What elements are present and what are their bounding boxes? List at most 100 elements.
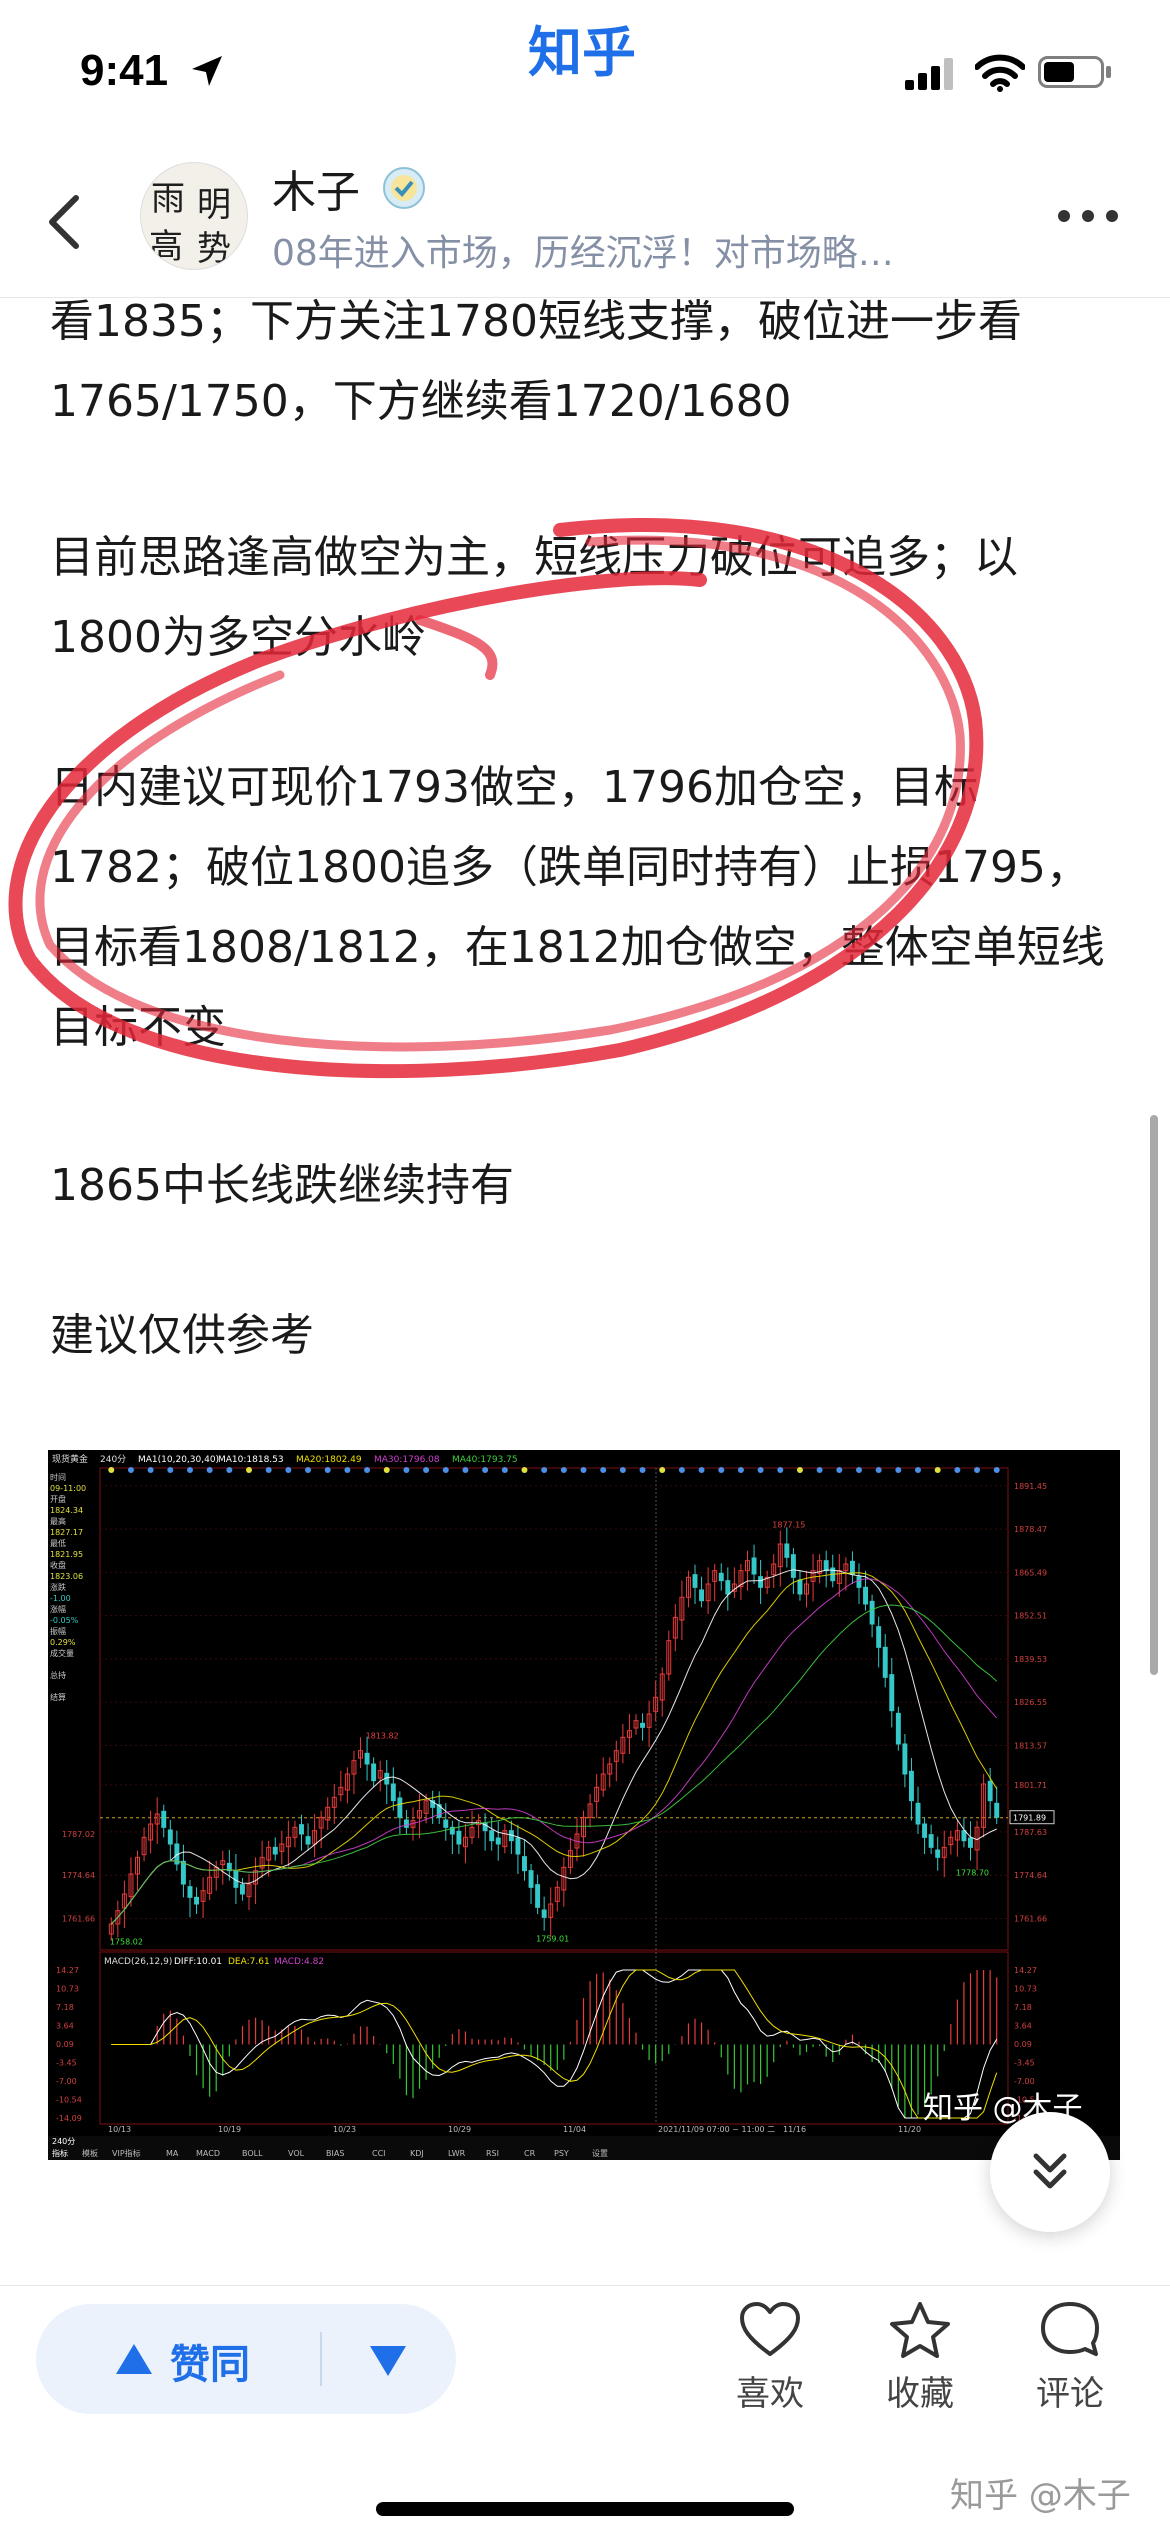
x-axis-label: 10/23 <box>333 2125 356 2134</box>
left-price-tick: 1774.64 <box>62 1871 95 1880</box>
indicator-tab[interactable]: CCI <box>372 2149 386 2158</box>
event-dot <box>855 1467 862 1473</box>
candle-body <box>908 1770 914 1802</box>
event-dot <box>993 1467 1000 1473</box>
author-name[interactable]: 木子 <box>272 156 360 220</box>
indicator-tab[interactable]: MA <box>166 2149 179 2158</box>
candle-body <box>797 1579 803 1595</box>
indicator-tab[interactable]: VIP指标 <box>112 2148 141 2158</box>
upvote-button[interactable]: 赞同 <box>36 2304 318 2414</box>
side-panel-text: 09-11:00 <box>50 1484 86 1493</box>
indicator-tab[interactable]: CR <box>524 2149 536 2158</box>
candle-body <box>725 1580 731 1595</box>
indicator-tab[interactable]: KDJ <box>410 2149 424 2158</box>
candle-body <box>902 1743 908 1775</box>
cellular-signal-icon <box>905 58 957 94</box>
side-panel-text: 振幅 <box>50 1626 66 1636</box>
app-title: 知乎 <box>528 21 636 84</box>
upvote-label: 赞同 <box>170 2342 250 2388</box>
side-panel-text: 1821.95 <box>50 1550 83 1559</box>
candle-body <box>443 1819 449 1828</box>
downvote-button[interactable] <box>324 2304 456 2414</box>
candle-body <box>194 1896 200 1905</box>
side-panel-text: 成交量 <box>50 1648 74 1658</box>
candle-body <box>849 1560 855 1575</box>
price-tick-label: 1891.45 <box>1014 1482 1047 1491</box>
event-dot <box>167 1467 174 1473</box>
collect-button[interactable]: 收藏 <box>860 2300 980 2430</box>
candle-body <box>823 1560 829 1572</box>
macd-dea-line <box>111 1969 998 2119</box>
indicator-tab[interactable]: BIAS <box>326 2149 344 2158</box>
candle-body <box>371 1763 377 1782</box>
indicator-tab[interactable]: PSY <box>554 2149 569 2158</box>
event-dot <box>364 1467 371 1473</box>
candle-body <box>922 1823 928 1838</box>
indicator-tab[interactable]: RSI <box>486 2149 499 2158</box>
candle-body <box>968 1837 973 1848</box>
gold-price-chart: 现货黄金 240分 MA1(10,20,30,40) MA10:1818.53 … <box>48 1450 1120 2160</box>
candle-body <box>935 1849 941 1858</box>
candle-body <box>305 1836 311 1845</box>
indicator-tab[interactable]: VOL <box>288 2149 305 2158</box>
side-panel-text: 涨跌 <box>50 1582 66 1592</box>
wifi-icon <box>974 54 1026 96</box>
side-panel-text: 结算 <box>50 1692 66 1702</box>
macd-tick-left: 10.73 <box>56 1984 79 1993</box>
left-price-tick: 1761.66 <box>62 1914 95 1923</box>
indicator-tab[interactable]: MACD <box>196 2149 220 2158</box>
x-axis-label: 10/13 <box>108 2125 131 2134</box>
event-dot <box>305 1467 312 1473</box>
like-button[interactable]: 喜欢 <box>710 2300 830 2430</box>
indicator-tab[interactable]: LWR <box>448 2149 466 2158</box>
x-axis-label: 10/19 <box>218 2125 241 2134</box>
chart-canvas: 现货黄金 240分 MA1(10,20,30,40) MA10:1818.53 … <box>48 1450 1120 2160</box>
home-indicator[interactable] <box>376 2502 794 2516</box>
price-tick-label: 1865.49 <box>1014 1568 1047 1577</box>
double-chevron-down-icon <box>1033 2153 1067 2189</box>
author-avatar[interactable]: 雨 明 高 势 <box>140 162 248 270</box>
indicator-tab[interactable]: 指标 <box>52 2148 68 2158</box>
event-dot <box>796 1467 803 1473</box>
candle-body <box>541 1909 547 1918</box>
scroll-indicator[interactable] <box>1150 1115 1158 1675</box>
side-panel-text: 1823.06 <box>50 1572 83 1581</box>
chart-title: 现货黄金 <box>52 1453 88 1465</box>
event-dot <box>954 1467 961 1473</box>
article-header: 雨 明 高 势 木子 08年进入市场，历经沉浮！对市场略… <box>0 150 1170 298</box>
article-paragraph: 建议仅供参考 <box>50 1310 314 1361</box>
event-dot <box>246 1467 253 1473</box>
side-panel-text: 收盘 <box>50 1560 66 1570</box>
avatar-char: 势 <box>197 229 231 269</box>
event-dot <box>560 1467 567 1473</box>
side-panel-text: 最高 <box>50 1516 66 1526</box>
indicator-tab[interactable]: 模板 <box>82 2148 98 2158</box>
page-watermark: 知乎 @木子 <box>950 2476 1131 2516</box>
candle-body <box>699 1589 705 1602</box>
side-panel-text: 最低 <box>50 1538 66 1548</box>
candle-body <box>167 1829 173 1845</box>
event-dot <box>482 1467 489 1473</box>
macd-tick-left: 7.18 <box>56 2003 74 2012</box>
scroll-to-bottom-button[interactable] <box>990 2112 1110 2232</box>
bottom-action-bar: 赞同 喜欢 收藏 评论 知乎 @木子 <box>0 2285 1170 2532</box>
event-dot <box>659 1467 666 1473</box>
macd-tick-left: -3.45 <box>56 2058 77 2067</box>
upvote-triangle-icon <box>116 2344 152 2374</box>
avatar-char: 高 <box>149 227 183 267</box>
back-arrow-icon[interactable] <box>44 192 84 256</box>
more-options-icon[interactable] <box>1056 208 1120 228</box>
indicator-tab[interactable]: BOLL <box>242 2149 263 2158</box>
price-tick-label: 1813.57 <box>1014 1741 1047 1750</box>
candle-body <box>692 1574 698 1588</box>
macd-label: MACD(26,12,9) <box>104 1957 172 1967</box>
indicator-tab[interactable]: 设置 <box>592 2148 608 2158</box>
candle-body <box>515 1837 521 1855</box>
comment-button[interactable]: 评论 <box>1010 2300 1130 2430</box>
event-dot <box>423 1467 430 1473</box>
article-paragraph: 1865中长线跌继续持有 <box>50 1160 514 1211</box>
event-dot <box>718 1467 725 1473</box>
avatar-char: 雨 <box>151 179 185 219</box>
handdrawn-circle-annotation <box>8 518 984 1079</box>
price-tick-label: 1787.63 <box>1014 1828 1047 1837</box>
